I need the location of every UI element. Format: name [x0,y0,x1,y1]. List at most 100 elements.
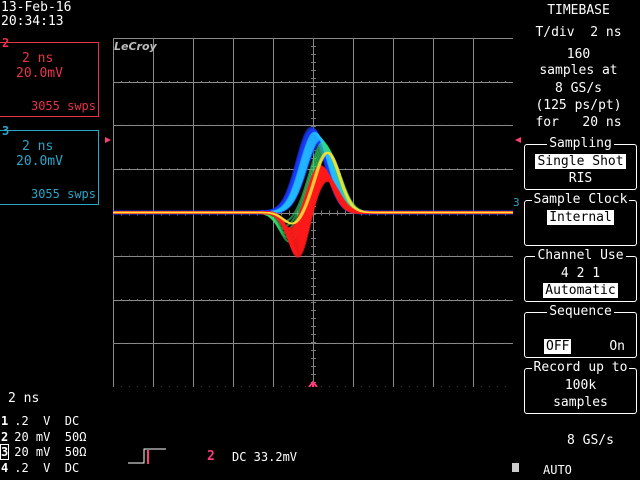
grid-dot [201,299,202,301]
grid-dot [425,168,426,170]
grid-dot [233,81,234,83]
grid-dot [113,38,114,39]
grid-dot [409,124,410,126]
grid-dot [193,299,194,301]
grid-tick [311,70,316,71]
grid-dot [265,299,266,301]
grid-dot [113,81,114,83]
grid-dot [385,168,386,170]
sampling-single-shot-option[interactable]: Single Shot [535,154,626,169]
grid-dot [153,168,154,170]
grid-dot [305,342,306,344]
grid-dot [289,299,290,301]
sample-clock-internal-option[interactable]: Internal [547,210,614,225]
grid-dot [169,168,170,170]
grid-dot [361,38,362,39]
grid-dot [161,299,162,301]
grid-dot [193,168,194,170]
grid-dot [153,38,154,39]
grid-dot [201,168,202,170]
grid-dot [121,124,122,126]
grid-dot [489,342,490,344]
grid-dot [137,168,138,170]
grid-dot [113,386,114,387]
grid-dot [121,299,122,301]
waveform-display[interactable] [113,38,513,387]
record-length-unit: samples [553,395,608,410]
grid-dot [185,386,186,387]
grid-dot [321,299,322,301]
grid-dot [345,81,346,83]
timebase-title: TIMEBASE [547,3,610,18]
grid-dot [273,299,274,301]
grid-dot [321,38,322,39]
grid-dot [233,124,234,126]
grid-dot [465,38,466,39]
trigger-rising-edge-icon [128,448,166,464]
grid-tick [311,110,316,111]
grid-dot [481,255,482,257]
grid-dot [433,38,434,39]
grid-dot [441,386,442,387]
grid-dot [321,255,322,257]
grid-dot [497,124,498,126]
grid-dot [289,255,290,257]
grid-dot [481,168,482,170]
grid-tick [289,210,290,216]
record-length-value: 100k [564,378,597,393]
grid-dot [209,168,210,170]
grid-dot [225,299,226,301]
grid-dot [193,255,194,257]
grid-tick [311,334,316,335]
grid-dot [193,81,194,83]
sampling-menu[interactable]: Sampling Single Shot RIS [524,136,637,190]
grid-dot [505,386,506,387]
channel-use-options[interactable]: 4 2 1 [525,266,636,281]
grid-dot [169,81,170,83]
trace-2-settings: 20 mV 50Ω [14,430,87,444]
grid-dot [145,299,146,301]
record-length-menu[interactable]: Record up to 100k samples [524,360,637,414]
grid-dot [145,342,146,344]
grid-dot [329,299,330,301]
trace-3-label: 3 20 mV 50Ω [0,444,86,460]
channel-use-menu[interactable]: Channel Use 4 2 1 Automatic [524,248,637,302]
grid-dot [113,168,114,170]
grid-dot [129,38,130,39]
grid-dot [265,124,266,126]
sequence-off-option[interactable]: OFF [544,339,572,354]
grid-dot [193,124,194,126]
grid-tick [311,366,316,367]
sequence-on-option[interactable]: On [609,339,625,354]
grid-dot [377,124,378,126]
grid-dot [361,255,362,257]
channel-3-box[interactable]: 3 2 ns 20.0mV 3055 swps [0,124,99,205]
grid-dot [249,124,250,126]
grid-dot [505,81,506,83]
grid-dot [289,124,290,126]
grid-dot [241,299,242,301]
grid-dot [329,38,330,39]
channel-use-automatic-option[interactable]: Automatic [543,283,618,298]
brand-logo: LeCroy [114,40,157,53]
grid-dot [217,38,218,39]
grid-dot [457,124,458,126]
grid-dot [321,81,322,83]
grid-dot [409,255,410,257]
grid-dot [161,124,162,126]
grid-dot [137,124,138,126]
grid-dot [345,342,346,344]
grid-dot [257,124,258,126]
sampling-ris-option[interactable]: RIS [525,171,636,186]
grid-dot [449,342,450,344]
grid-dot [209,124,210,126]
grid-dot [185,38,186,39]
grid-dot [233,38,234,39]
grid-dot [209,299,210,301]
sample-clock-menu[interactable]: Sample Clock Internal [524,192,637,246]
sequence-menu[interactable]: Sequence OFF On [524,304,637,358]
acquisition-indicator-icon [512,463,519,472]
channel-2-box[interactable]: 2 2 ns 20.0mV 3055 swps [0,36,99,117]
grid-dot [169,124,170,126]
grid-dot [401,299,402,301]
